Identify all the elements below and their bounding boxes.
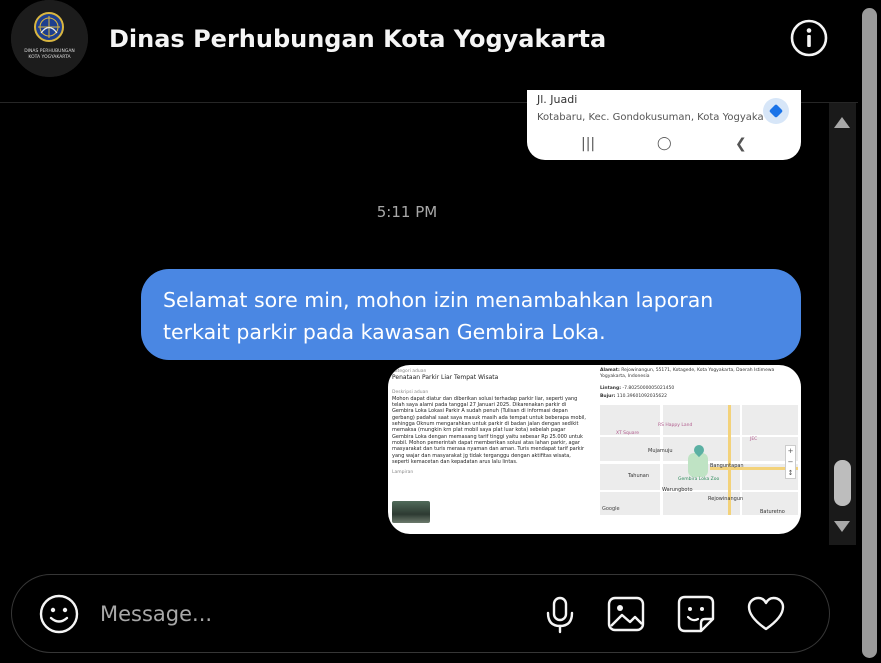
map-poi-rs-happy-land: RS Happy Land xyxy=(658,423,693,428)
location-map: Mujamuju Tahunan Warungboto Banguntapan … xyxy=(600,405,798,515)
voice-message-button[interactable] xyxy=(539,593,581,635)
page-scroll-thumb[interactable] xyxy=(862,8,877,658)
scroll-up-arrow-icon[interactable] xyxy=(834,117,850,128)
map-place-name: Jl. Juadi xyxy=(537,93,578,106)
category-value: Penataan Parkir Liar Tempat Wisata xyxy=(392,374,499,382)
message-input[interactable] xyxy=(100,595,520,633)
shared-map-card[interactable]: Jl. Juadi Kotabaru, Kec. Gondokusuman, K… xyxy=(527,90,801,160)
attachment-photo xyxy=(392,501,430,523)
emoji-icon xyxy=(39,594,79,634)
message-timestamp: 5:11 PM xyxy=(376,203,438,221)
report-document: Kategori aduan Penataan Parkir Liar Temp… xyxy=(388,365,593,534)
recents-icon: ||| xyxy=(581,136,596,152)
map-place-address: Kotabaru, Kec. Gondokusuman, Kota Yogyak… xyxy=(537,112,763,123)
avatar[interactable]: DINAS PERHUBUNGAN KOTA YOGYAKARTA xyxy=(11,0,88,77)
map-label-banguntapan: Banguntapan xyxy=(710,463,744,469)
thread-scroll-thumb[interactable] xyxy=(834,460,851,506)
add-photo-button[interactable] xyxy=(605,593,647,635)
longitude-value: 110.39601092035622 xyxy=(616,394,667,399)
map-label-mujamuju: Mujamuju xyxy=(648,448,673,454)
outgoing-message-bubble[interactable]: Selamat sore min, mohon izin menambahkan… xyxy=(141,269,801,360)
conversation-info-button[interactable] xyxy=(789,18,829,58)
map-poi-jec: JEC xyxy=(750,437,758,442)
map-attribution: Google xyxy=(602,506,620,512)
heart-icon xyxy=(747,596,785,631)
address-label: Alamat: xyxy=(600,368,620,373)
latitude-value: -7.8025000005021450 xyxy=(622,386,675,391)
info-icon xyxy=(790,19,828,57)
dishub-logo-icon xyxy=(11,0,88,77)
thread-scrollbar[interactable] xyxy=(829,103,856,545)
image-attachment[interactable]: Kategori aduan Penataan Parkir Liar Temp… xyxy=(388,365,801,534)
map-label-rejowinangun: Rejowinangun xyxy=(708,496,744,502)
sticker-button[interactable] xyxy=(675,593,717,635)
microphone-icon xyxy=(546,596,574,634)
map-poi-xt-square: XT Square xyxy=(616,431,640,436)
description-text: Mohon dapat diatur dan diberikan solusi … xyxy=(392,395,587,465)
map-poi-gembira-loka: Gembira Loka Zoo xyxy=(678,477,720,482)
map-zoom-controls: + − ↕ xyxy=(785,445,796,479)
page-scrollbar[interactable] xyxy=(858,0,881,663)
like-button[interactable] xyxy=(745,593,787,635)
chat-header: DINAS PERHUBUNGAN KOTA YOGYAKARTA Dinas … xyxy=(0,0,858,103)
map-label-warungboto: Warungboto xyxy=(662,487,693,493)
address-value: Rejowinangun, 55171, Kotagede, Kota Yogy… xyxy=(600,368,775,379)
map-label-tahunan: Tahunan xyxy=(628,473,650,479)
image-icon xyxy=(607,596,645,632)
latitude-label: Lintang: xyxy=(600,386,622,391)
android-nav-bar: ||| ◯ ❮ xyxy=(527,132,801,158)
back-icon: ❮ xyxy=(735,136,747,152)
directions-icon[interactable] xyxy=(763,98,789,124)
emoji-button[interactable] xyxy=(38,593,80,635)
longitude-label: Bujur: xyxy=(600,394,616,399)
avatar-text-line2: KOTA YOGYAKARTA xyxy=(28,55,71,60)
home-icon: ◯ xyxy=(657,136,672,151)
map-label-baturetno: Baturetno xyxy=(760,509,785,515)
chat-title[interactable]: Dinas Perhubungan Kota Yogyakarta xyxy=(109,25,606,53)
sticker-icon xyxy=(677,595,715,633)
attachment-label: Lampiran xyxy=(392,470,414,476)
message-composer xyxy=(11,574,830,653)
scroll-down-arrow-icon[interactable] xyxy=(834,521,850,532)
